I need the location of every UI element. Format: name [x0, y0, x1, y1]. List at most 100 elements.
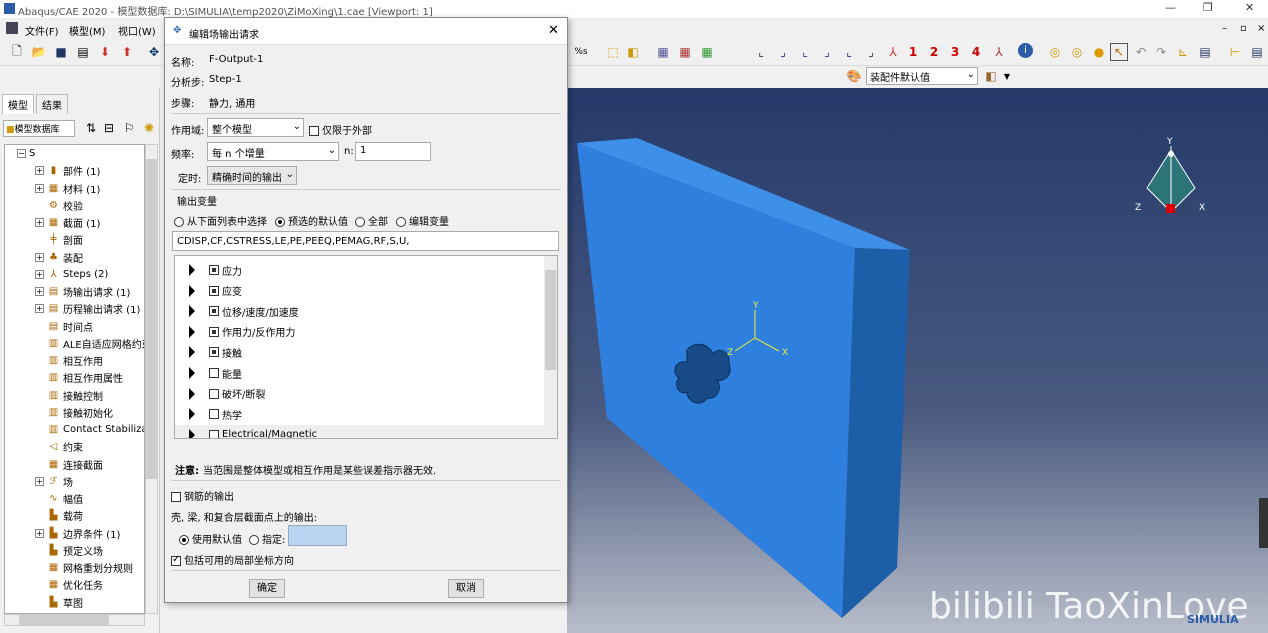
tree-item[interactable]: ◁ 约束: [35, 438, 83, 455]
dropdown-arrow-icon[interactable]: ▼: [998, 67, 1016, 85]
menu-file[interactable]: 文件(F): [25, 23, 59, 38]
output-variable-item[interactable]: 破坏/断裂: [189, 384, 265, 404]
viewport-3-button[interactable]: 3: [946, 43, 964, 61]
output-variable-item[interactable]: 热学: [189, 404, 242, 424]
tools-icon[interactable]: ⊾: [1174, 43, 1192, 61]
filter-icon[interactable]: ⚐: [120, 119, 138, 137]
info-icon[interactable]: i: [1018, 43, 1033, 58]
tab-results[interactable]: 结果: [36, 94, 68, 114]
variable-checkbox[interactable]: [209, 326, 219, 337]
assembly-defaults-select[interactable]: 装配件默认值 ⌄: [866, 67, 978, 85]
tree-item[interactable]: ▥ ALE自适应网格约束: [35, 335, 144, 352]
radio-all[interactable]: 全部: [355, 213, 388, 228]
tree-expand-icon[interactable]: +: [35, 166, 44, 176]
tree-expand-icon[interactable]: −: [17, 149, 26, 158]
rebar-output-checkbox[interactable]: 钢筋的输出: [171, 488, 234, 503]
tree-vertical-scrollbar[interactable]: [145, 144, 158, 614]
output-variable-item[interactable]: Electrical/Magnetic: [189, 425, 317, 438]
specify-input[interactable]: [288, 525, 347, 546]
maximize-button[interactable]: ❐: [1203, 1, 1213, 14]
view-yx-icon[interactable]: ⌟: [774, 43, 792, 61]
radio-specify[interactable]: 指定:: [249, 531, 285, 546]
output-variable-item[interactable]: 能量: [189, 363, 242, 383]
variable-checkbox[interactable]: [209, 285, 219, 296]
tree-item[interactable]: + ℱ 场: [35, 473, 73, 490]
tree-item[interactable]: + ▤ 历程输出请求 (1): [35, 300, 140, 317]
output-variable-item[interactable]: 应变: [189, 281, 242, 301]
viewport-2-button[interactable]: 2: [925, 43, 943, 61]
expand-triangle-icon[interactable]: [189, 305, 195, 318]
tree-item[interactable]: ▥ 接触控制: [35, 387, 103, 404]
tree-item[interactable]: + ▮ 部件 (1): [35, 162, 100, 179]
output-variable-item[interactable]: 作用力/反作用力: [189, 322, 295, 342]
view-zx-icon[interactable]: ⌞: [796, 43, 814, 61]
local-csys-checkbox[interactable]: 包括可用的局部坐标方向: [171, 552, 294, 567]
tree-expand-icon[interactable]: +: [35, 528, 44, 538]
tree-item[interactable]: + ▦ 材料 (1): [35, 180, 100, 197]
mesh2-icon[interactable]: ▦: [676, 43, 694, 61]
tree-item[interactable]: ▥ Contact Stabilization: [35, 421, 144, 438]
timing-select[interactable]: 精确时间的输出 ⌄: [207, 166, 297, 185]
viewport[interactable]: Y X Z Y X Z bilibili TaoXinLove SIMULIA: [567, 88, 1268, 633]
tree-item[interactable]: ▙ 载荷: [35, 507, 83, 524]
tree-item[interactable]: ▥ 相互作用属性: [35, 369, 123, 386]
side-scroll-handle[interactable]: [1259, 498, 1268, 548]
tree-expand-icon[interactable]: +: [35, 218, 44, 227]
lightbulb-icon[interactable]: ✺: [140, 119, 158, 137]
layout-icon[interactable]: ⊢: [1226, 43, 1244, 61]
view-iso-icon[interactable]: ⅄: [884, 43, 902, 61]
export-icon[interactable]: ⬆: [118, 43, 136, 61]
tree-item[interactable]: ▤ 时间点: [35, 318, 93, 335]
open-file-icon[interactable]: 📂: [30, 43, 48, 61]
print-icon[interactable]: ▤: [74, 43, 92, 61]
output-variable-item[interactable]: 位移/速度/加速度: [189, 301, 299, 321]
tree-item[interactable]: ▥ 相互作用: [35, 352, 103, 369]
expand-triangle-icon[interactable]: [189, 264, 195, 276]
tree-expand-icon[interactable]: +: [35, 476, 44, 486]
n-input[interactable]: 1: [355, 142, 431, 161]
tree-expand-icon[interactable]: +: [35, 304, 44, 314]
tree-expand-icon[interactable]: +: [35, 287, 44, 296]
import-icon[interactable]: ⬇: [96, 43, 114, 61]
tree-icon[interactable]: ⅄: [990, 43, 1008, 61]
expand-triangle-icon[interactable]: [189, 284, 195, 297]
variable-checkbox[interactable]: [209, 306, 219, 317]
tree-item[interactable]: ⚙ 校验: [35, 197, 83, 214]
tree-expand-icon[interactable]: +: [35, 269, 44, 279]
percent-icon[interactable]: %s: [572, 43, 590, 61]
output-variable-item[interactable]: 接触: [189, 342, 242, 362]
mesh3-icon[interactable]: ▦: [698, 43, 716, 61]
sort-icon[interactable]: ⇅: [82, 119, 100, 137]
minimize-button[interactable]: —: [1165, 1, 1176, 14]
cube-icon[interactable]: ⬚: [604, 43, 622, 61]
varlist-scrollbar[interactable]: [544, 256, 557, 426]
redo-icon[interactable]: ↷: [1152, 43, 1170, 61]
variable-checkbox[interactable]: [209, 409, 219, 420]
variable-checkbox[interactable]: [209, 388, 219, 399]
expand-triangle-icon[interactable]: [189, 367, 195, 379]
tree-item[interactable]: ▥ 接触初始化: [35, 404, 113, 421]
expand-triangle-icon[interactable]: [189, 346, 195, 359]
new-file-icon[interactable]: 🗋: [8, 43, 26, 61]
tree-item[interactable]: ▙ 草图: [35, 594, 83, 611]
expand-triangle-icon[interactable]: [189, 428, 195, 438]
view-xz-icon[interactable]: ⌟: [818, 43, 836, 61]
frequency-select[interactable]: 每 n 个增量 ⌄: [207, 142, 339, 161]
tree-expand-icon[interactable]: +: [35, 252, 44, 262]
radio-select-from-list[interactable]: 从下面列表中选择: [174, 213, 267, 228]
output-variable-item[interactable]: 应力: [189, 260, 242, 280]
tree-item[interactable]: ▦ 优化任务: [35, 576, 103, 593]
collapse-icon[interactable]: ⊟: [100, 119, 118, 137]
table2-icon[interactable]: ▤: [1248, 43, 1266, 61]
mdi-close-button[interactable]: ×: [1257, 23, 1265, 34]
cube-shaded-icon[interactable]: ◧: [624, 43, 642, 61]
tree-item[interactable]: ▦ 网格重划分规则: [35, 559, 133, 576]
variable-checkbox[interactable]: [209, 265, 219, 275]
menu-viewport[interactable]: 视口(W): [118, 23, 156, 38]
mdi-restore-button[interactable]: ▫: [1240, 23, 1247, 34]
sphere-icon[interactable]: ●: [1090, 43, 1108, 61]
pan-icon[interactable]: ✥: [145, 43, 163, 61]
radio-edit-variables[interactable]: 编辑变量: [396, 213, 449, 228]
tree-item[interactable]: + ▦ 截面 (1): [35, 214, 100, 231]
ok-button[interactable]: 确定: [249, 579, 285, 598]
